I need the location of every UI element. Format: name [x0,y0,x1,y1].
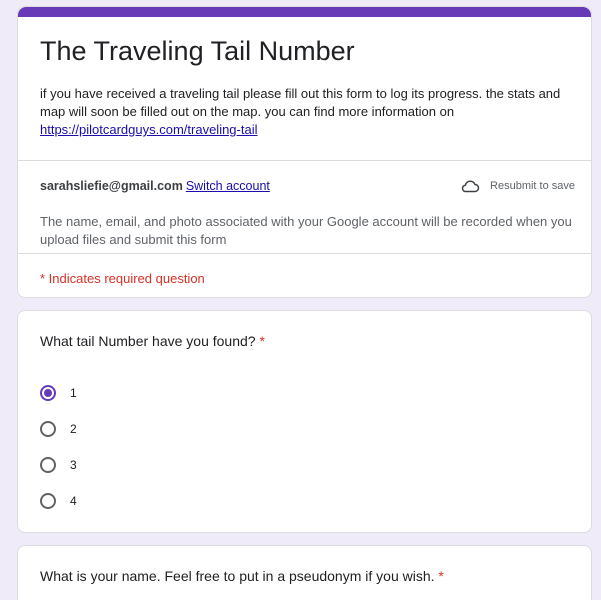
account-notice: The name, email, and photo associated wi… [40,214,572,247]
save-status-label: Resubmit to save [490,180,575,192]
question-text: What tail Number have you found? [40,333,256,349]
required-note: * Indicates required question [40,271,205,286]
option-label: 4 [70,494,77,508]
option-label: 2 [70,422,77,436]
radio-button[interactable] [40,493,56,509]
radio-option-1[interactable]: 1 [40,375,77,411]
accent-bar [18,7,591,17]
account-email: sarahsliefie@gmail.com [40,179,183,193]
form-page: The Traveling Tail Number if you have re… [0,0,601,600]
divider [18,160,591,161]
radio-option-2[interactable]: 2 [40,411,77,447]
option-label: 3 [70,458,77,472]
question-card-name: What is your name. Feel free to put in a… [17,545,592,600]
radio-button[interactable] [40,457,56,473]
account-row: sarahsliefie@gmail.com Switch account Res… [40,179,575,199]
radio-button-checked[interactable] [40,385,56,401]
radio-option-3[interactable]: 3 [40,447,77,483]
cloud-icon [461,180,480,193]
divider [18,253,591,254]
question-card-tail-number: What tail Number have you found? * 1 2 3… [17,310,592,533]
description-text: if you have received a traveling tail pl… [40,86,561,119]
switch-account-link[interactable]: Switch account [186,179,270,193]
save-status: Resubmit to save [460,179,575,193]
form-title: The Traveling Tail Number [40,36,355,66]
option-label: 1 [70,386,77,400]
required-star: * [438,568,444,584]
radio-button[interactable] [40,421,56,437]
question-title: What is your name. Feel free to put in a… [40,568,444,584]
radio-group: 1 2 3 4 [40,375,77,519]
radio-option-4[interactable]: 4 [40,483,77,519]
form-description: if you have received a traveling tail pl… [40,85,580,139]
form-header-card: The Traveling Tail Number if you have re… [17,6,592,298]
question-text: What is your name. Feel free to put in a… [40,568,435,584]
description-link[interactable]: https://pilotcardguys.com/traveling-tail [40,122,257,137]
question-title: What tail Number have you found? * [40,333,265,349]
required-star: * [259,333,265,349]
